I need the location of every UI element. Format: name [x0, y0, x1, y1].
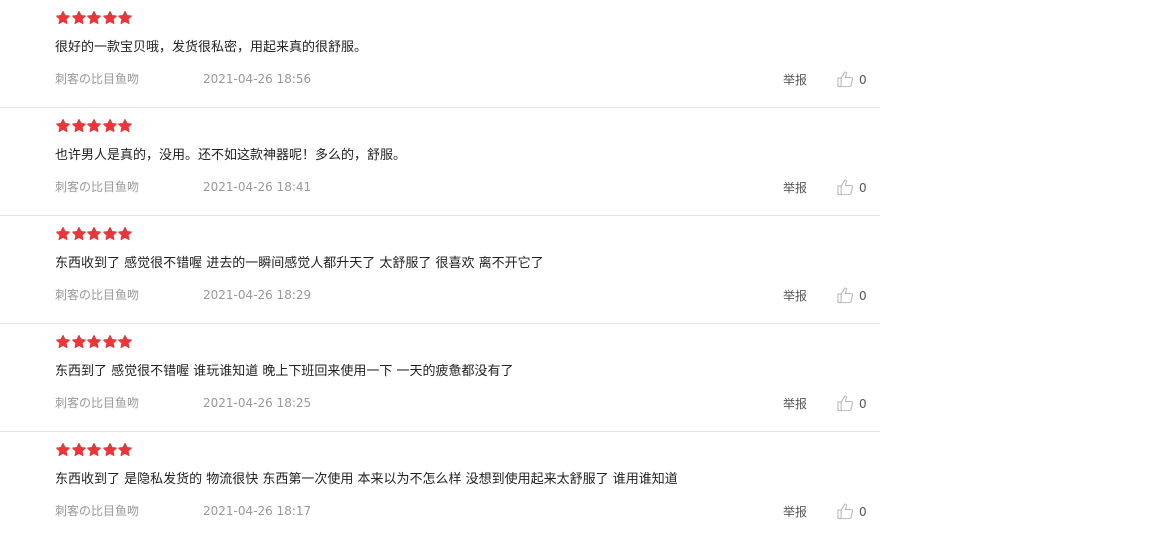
star-icon — [71, 118, 87, 134]
star-icon — [71, 442, 87, 458]
star-icon — [102, 226, 118, 242]
review-content: 也许男人是真的，没用。还不如这款神器呢！多么的，舒服。 — [55, 148, 407, 163]
review-item: 东西到了 感觉很不错喔 谁玩谁知道 晚上下班回来使用一下 一天的疲惫都没有了 刺… — [0, 324, 880, 432]
review-date: 2021-04-26 18:41 — [203, 180, 312, 194]
review-author: 刺客の比目鱼吻 — [55, 396, 140, 410]
thumbs-up-icon[interactable] — [836, 178, 855, 197]
report-link[interactable]: 举报 — [783, 504, 807, 520]
star-icon — [71, 334, 87, 350]
thumbs-up-icon[interactable] — [836, 70, 855, 89]
star-icon — [86, 334, 102, 350]
star-icon — [86, 226, 102, 242]
star-icon — [86, 442, 102, 458]
like-button[interactable]: 0 — [836, 500, 867, 522]
star-icon — [55, 118, 71, 134]
like-count: 0 — [859, 397, 867, 411]
star-icon — [55, 442, 71, 458]
star-icon — [117, 442, 133, 458]
star-icon — [55, 334, 71, 350]
review-author: 刺客の比目鱼吻 — [55, 72, 140, 86]
report-link[interactable]: 举报 — [783, 72, 807, 88]
review-item: 很好的一款宝贝哦，发货很私密，用起来真的很舒服。 刺客の比目鱼吻 2021-04… — [0, 0, 880, 108]
review-date: 2021-04-26 18:29 — [203, 288, 312, 302]
like-button[interactable]: 0 — [836, 176, 867, 198]
report-link[interactable]: 举报 — [783, 396, 807, 412]
review-list: 很好的一款宝贝哦，发货很私密，用起来真的很舒服。 刺客の比目鱼吻 2021-04… — [0, 0, 880, 540]
review-author: 刺客の比目鱼吻 — [55, 180, 140, 194]
review-date: 2021-04-26 18:56 — [203, 72, 312, 86]
star-icon — [55, 226, 71, 242]
star-icon — [102, 334, 118, 350]
review-item: 东西收到了 感觉很不错喔 进去的一瞬间感觉人都升天了 太舒服了 很喜欢 离不开它… — [0, 216, 880, 324]
report-link[interactable]: 举报 — [783, 180, 807, 196]
star-icon — [55, 10, 71, 26]
review-date: 2021-04-26 18:25 — [203, 396, 312, 410]
review-content: 很好的一款宝贝哦，发货很私密，用起来真的很舒服。 — [55, 40, 368, 55]
review-content: 东西收到了 是隐私发货的 物流很快 东西第一次使用 本来以为不怎么样 没想到使用… — [55, 472, 678, 487]
star-rating — [55, 10, 133, 26]
star-icon — [71, 10, 87, 26]
star-icon — [117, 226, 133, 242]
like-button[interactable]: 0 — [836, 284, 867, 306]
star-icon — [117, 10, 133, 26]
review-content: 东西收到了 感觉很不错喔 进去的一瞬间感觉人都升天了 太舒服了 很喜欢 离不开它… — [55, 256, 544, 271]
star-rating — [55, 118, 133, 134]
review-date: 2021-04-26 18:17 — [203, 504, 312, 518]
like-button[interactable]: 0 — [836, 392, 867, 414]
like-count: 0 — [859, 73, 867, 87]
review-item: 东西收到了 是隐私发货的 物流很快 东西第一次使用 本来以为不怎么样 没想到使用… — [0, 432, 880, 540]
review-item: 也许男人是真的，没用。还不如这款神器呢！多么的，舒服。 刺客の比目鱼吻 2021… — [0, 108, 880, 216]
star-icon — [102, 10, 118, 26]
star-icon — [117, 334, 133, 350]
like-button[interactable]: 0 — [836, 68, 867, 90]
review-author: 刺客の比目鱼吻 — [55, 504, 140, 518]
review-author: 刺客の比目鱼吻 — [55, 288, 140, 302]
star-icon — [86, 118, 102, 134]
star-icon — [86, 10, 102, 26]
star-icon — [102, 118, 118, 134]
thumbs-up-icon[interactable] — [836, 394, 855, 413]
star-rating — [55, 226, 133, 242]
star-icon — [71, 226, 87, 242]
report-link[interactable]: 举报 — [783, 288, 807, 304]
review-content: 东西到了 感觉很不错喔 谁玩谁知道 晚上下班回来使用一下 一天的疲惫都没有了 — [55, 364, 514, 379]
thumbs-up-icon[interactable] — [836, 502, 855, 521]
star-icon — [117, 118, 133, 134]
like-count: 0 — [859, 289, 867, 303]
like-count: 0 — [859, 181, 867, 195]
thumbs-up-icon[interactable] — [836, 286, 855, 305]
like-count: 0 — [859, 505, 867, 519]
star-rating — [55, 334, 133, 350]
star-icon — [102, 442, 118, 458]
star-rating — [55, 442, 133, 458]
